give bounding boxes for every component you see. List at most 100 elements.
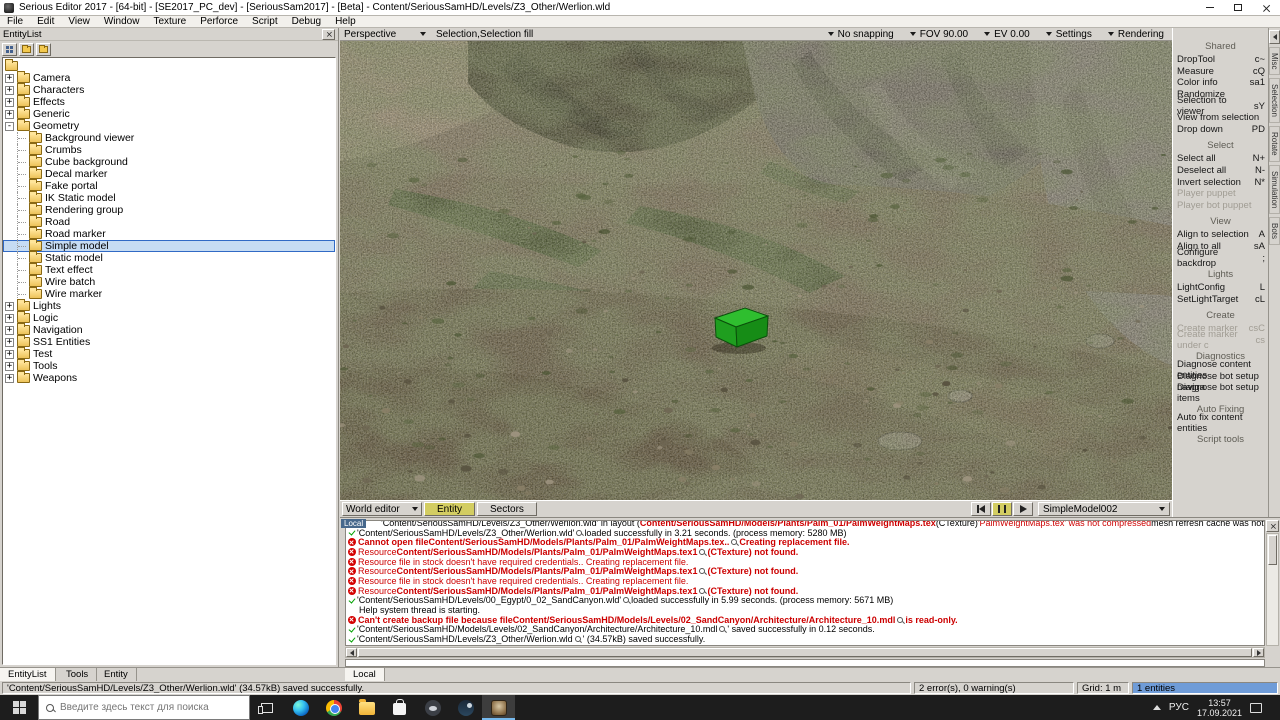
menu-file[interactable]: File	[0, 16, 30, 28]
command-setlighttarget[interactable]: SetLightTarget cL	[1173, 294, 1268, 306]
command-lightconfig[interactable]: LightConfig L	[1173, 282, 1268, 294]
side-tab-misc[interactable]: Misc	[1269, 47, 1280, 76]
tree-item-test[interactable]: + Test	[3, 347, 335, 360]
dock-tab-tools[interactable]: Tools	[58, 668, 98, 681]
tree-item-road[interactable]: Road	[3, 215, 335, 228]
tree-item-fake-portal[interactable]: Fake portal	[3, 179, 335, 192]
sync-folder-button[interactable]	[19, 42, 34, 56]
start-button[interactable]	[0, 695, 38, 720]
tree-item-geometry[interactable]: - Geometry	[3, 119, 335, 132]
tree-item-wire-marker[interactable]: Wire marker	[3, 287, 335, 300]
tab-entity[interactable]: Entity	[424, 502, 476, 516]
tree-item-decal-marker[interactable]: Decal marker	[3, 167, 335, 180]
play-button[interactable]	[1013, 502, 1033, 516]
new-folder-button[interactable]	[36, 42, 51, 56]
toolbar-settings[interactable]: Settings	[1038, 28, 1100, 40]
expander-icon[interactable]: +	[5, 301, 14, 311]
menu-window[interactable]: Window	[97, 16, 147, 28]
taskbar-app-file-explorer[interactable]	[350, 695, 383, 720]
command-selection-to-viewer[interactable]: Selection to viewer sY	[1173, 95, 1268, 117]
tray-expand-icon[interactable]	[1152, 705, 1161, 710]
command-measure[interactable]: Measure cQ	[1173, 66, 1268, 78]
log-command-line[interactable]	[345, 659, 1265, 667]
tree-item-generic[interactable]: + Generic	[3, 107, 335, 120]
menu-edit[interactable]: Edit	[30, 16, 61, 28]
collapse-panel-button[interactable]	[1269, 30, 1280, 44]
command-diagnose-bot-setup-items[interactable]: Diagnose bot setup items	[1173, 382, 1268, 404]
taskbar-app-steam[interactable]	[449, 695, 482, 720]
dock-tab-local[interactable]: Local	[345, 668, 385, 681]
minimize-button[interactable]	[1196, 0, 1224, 15]
menu-texture[interactable]: Texture	[146, 16, 193, 28]
taskbar-search[interactable]	[38, 695, 250, 720]
taskbar-app-chrome[interactable]	[317, 695, 350, 720]
list-view-button[interactable]	[2, 42, 17, 56]
tree-item-lights[interactable]: + Lights	[3, 299, 335, 312]
scroll-right-button[interactable]	[1253, 648, 1264, 657]
expander-icon[interactable]: +	[5, 325, 14, 335]
expander-icon[interactable]: +	[5, 73, 14, 83]
viewport-3d[interactable]	[340, 41, 1172, 500]
log-horizontal-scrollbar[interactable]	[345, 647, 1265, 658]
side-tab-selection[interactable]: Selection	[1269, 78, 1280, 124]
command-configure-backdrop[interactable]: Configure backdrop;	[1173, 247, 1268, 269]
expander-icon[interactable]: +	[5, 97, 14, 107]
expander-icon[interactable]: +	[5, 349, 14, 359]
tree-item-background-viewer[interactable]: Background viewer	[3, 131, 335, 144]
tree-item-ss1-entities[interactable]: + SS1 Entities	[3, 335, 335, 348]
tree-item-ik-static-model[interactable]: IK Static model	[3, 191, 335, 204]
menu-help[interactable]: Help	[328, 16, 363, 28]
tree-item-effects[interactable]: + Effects	[3, 95, 335, 108]
tree-item-cube-background[interactable]: Cube background	[3, 155, 335, 168]
search-input[interactable]	[60, 702, 242, 713]
step-back-button[interactable]	[971, 502, 991, 516]
expander-icon[interactable]: +	[5, 373, 14, 383]
expander-icon[interactable]: +	[5, 85, 14, 95]
taskbar-app-serious-editor[interactable]	[482, 695, 515, 720]
tree-item-tools[interactable]: + Tools	[3, 359, 335, 372]
close-button[interactable]	[1252, 0, 1280, 15]
toolbar-fov-90-00[interactable]: FOV 90.00	[902, 28, 976, 40]
scrollbar-thumb[interactable]	[358, 648, 1252, 657]
log-close-button[interactable]	[1266, 520, 1279, 532]
tab-sectors[interactable]: Sectors	[477, 502, 537, 516]
log-vertical-scrollbar[interactable]	[1266, 533, 1279, 646]
command-color-info[interactable]: Color info sa1	[1173, 77, 1268, 89]
entity-list-close-button[interactable]	[322, 28, 335, 40]
language-indicator[interactable]: РУС	[1169, 702, 1189, 713]
scroll-left-button[interactable]	[346, 648, 357, 657]
tree-item-item[interactable]	[3, 59, 335, 72]
dock-tab-entitylist[interactable]: EntityList	[0, 668, 56, 681]
expander-icon[interactable]: +	[5, 337, 14, 347]
toolbar-no-snapping[interactable]: No snapping	[820, 28, 902, 40]
notification-center-icon[interactable]	[1250, 702, 1262, 713]
menu-view[interactable]: View	[61, 16, 97, 28]
expander-icon[interactable]: -	[5, 121, 14, 131]
command-auto-fix-content-entities[interactable]: Auto fix content entities	[1173, 412, 1268, 434]
tree-item-rendering-group[interactable]: Rendering group	[3, 203, 335, 216]
view-mode-combo[interactable]: Perspective	[340, 28, 430, 40]
command-drop-down[interactable]: Drop down PD	[1173, 124, 1268, 136]
command-deselect-all[interactable]: Deselect all N-	[1173, 165, 1268, 177]
toolbar-rendering[interactable]: Rendering	[1100, 28, 1172, 40]
log-output[interactable]: 'Content/SeriousSamHD/Levels/Z3_Other/We…	[345, 520, 1265, 646]
task-view-button[interactable]	[250, 695, 284, 720]
tree-item-wire-batch[interactable]: Wire batch	[3, 275, 335, 288]
tree-item-static-model[interactable]: Static model	[3, 251, 335, 264]
tree-item-logic[interactable]: + Logic	[3, 311, 335, 324]
menu-perforce[interactable]: Perforce	[193, 16, 245, 28]
side-tab-simulation[interactable]: Simulation	[1269, 164, 1280, 215]
menu-script[interactable]: Script	[245, 16, 285, 28]
tree-item-simple-model[interactable]: Simple model	[3, 239, 335, 252]
expander-icon[interactable]: +	[5, 361, 14, 371]
menu-debug[interactable]: Debug	[285, 16, 328, 28]
command-view-from-selection[interactable]: View from selection	[1173, 112, 1268, 124]
command-invert-selection[interactable]: Invert selection N*	[1173, 176, 1268, 188]
tree-item-crumbs[interactable]: Crumbs	[3, 143, 335, 156]
taskbar-app-microsoft-store[interactable]	[383, 695, 416, 720]
editor-mode-combo[interactable]: World editor	[342, 502, 422, 516]
toolbar-ev-0-00[interactable]: EV 0.00	[976, 28, 1038, 40]
tree-item-camera[interactable]: + Camera	[3, 71, 335, 84]
tree-item-navigation[interactable]: + Navigation	[3, 323, 335, 336]
tree-item-weapons[interactable]: + Weapons	[3, 371, 335, 384]
